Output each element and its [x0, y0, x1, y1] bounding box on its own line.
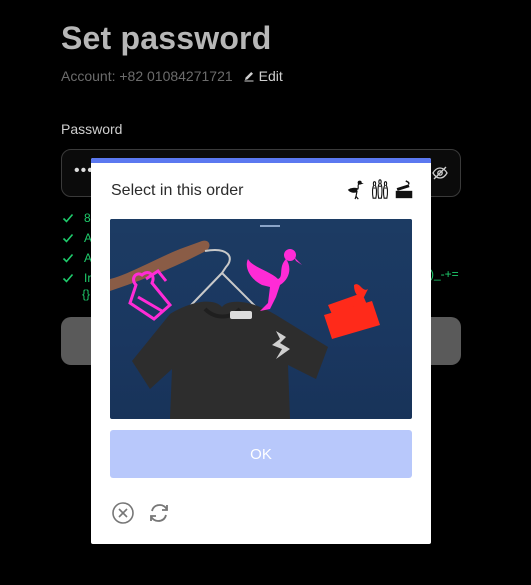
- lighter-icon[interactable]: [324, 284, 380, 339]
- check-icon: [62, 233, 74, 243]
- password-label: Password: [61, 121, 123, 137]
- rule-item: A: [62, 228, 92, 248]
- captcha-instruction: Select in this order: [111, 182, 244, 199]
- password-rules: 8 A A Ir: [62, 208, 92, 288]
- rule-item: Ir: [62, 268, 92, 288]
- edit-label: Edit: [258, 68, 283, 84]
- captcha-scene: [110, 219, 412, 419]
- check-icon: [62, 253, 74, 263]
- captcha-dialog: Select in this order OK: [91, 158, 431, 544]
- flamingo-icon: [347, 180, 364, 200]
- rule-text: 8: [84, 211, 91, 225]
- edit-link[interactable]: Edit: [243, 68, 283, 84]
- pencil-icon: [244, 72, 254, 82]
- lighter-icon: [395, 180, 413, 199]
- bowling-pins-icon: [371, 179, 389, 199]
- page-title: Set password: [61, 20, 272, 56]
- captcha-image[interactable]: [110, 219, 412, 419]
- close-icon[interactable]: [111, 501, 135, 525]
- account-row: Account: +82 01084271721 Edit: [61, 68, 283, 84]
- flamingo-icon[interactable]: [246, 249, 302, 311]
- rule-item: A: [62, 248, 92, 268]
- captcha-footer: [111, 501, 171, 525]
- check-icon: [62, 273, 74, 283]
- captcha-order-icons: [345, 178, 415, 200]
- captcha-accent-bar: [91, 158, 431, 163]
- ok-button[interactable]: OK: [110, 430, 412, 478]
- check-icon: [62, 213, 74, 223]
- rule-item: 8: [62, 208, 92, 228]
- refresh-icon[interactable]: [147, 501, 171, 525]
- set-password-page: Set password Account: +82 01084271721 Ed…: [0, 0, 531, 585]
- rule-text-wrap: {}: [82, 287, 91, 301]
- account-text: Account: +82 01084271721: [61, 68, 233, 84]
- rule-text-tail: )_-+=: [430, 267, 459, 281]
- eye-off-icon[interactable]: [432, 165, 448, 181]
